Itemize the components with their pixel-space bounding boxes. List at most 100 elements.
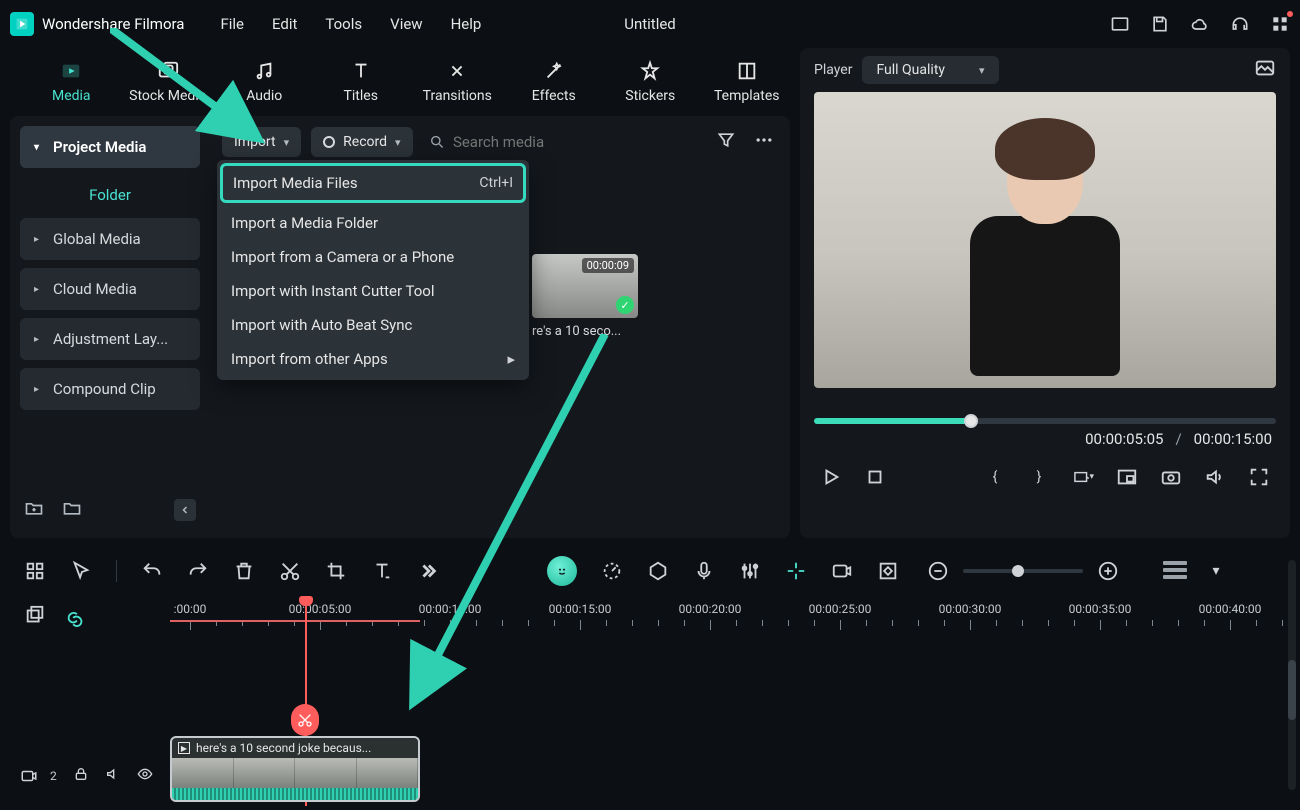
timeline-ruler[interactable]: :00:0000:00:05:0000:00:10:0000:00:15:000… [170,596,1300,636]
save-icon[interactable] [1150,14,1170,34]
volume-icon[interactable] [1204,466,1226,488]
sidebar-cloud-media[interactable]: Cloud Media [20,268,200,310]
collapse-sidebar-icon[interactable] [174,499,196,521]
play-icon[interactable] [820,466,842,488]
aspect-icon[interactable]: ▾ [1072,466,1094,488]
tab-media[interactable]: Media [28,60,115,104]
tab-audio[interactable]: Audio [221,60,308,104]
sidebar-project-media[interactable]: Project Media [20,126,200,168]
sidebar-global-media[interactable]: Global Media [20,218,200,260]
fullscreen-icon[interactable] [1248,466,1270,488]
track-size-chevron-icon[interactable]: ▾ [1211,560,1221,582]
mute-track-icon[interactable] [105,766,121,786]
search-input[interactable] [453,133,702,151]
mic-icon[interactable] [693,560,715,582]
render-icon[interactable] [831,560,853,582]
import-from-camera[interactable]: Import from a Camera or a Phone [217,240,529,274]
stop-icon[interactable] [864,466,886,488]
snapshot-icon[interactable] [1254,57,1276,83]
menu-edit[interactable]: Edit [272,15,297,33]
ruler-label: :00:00 [174,602,207,616]
scrollbar-thumb[interactable] [1288,660,1296,720]
clip-title: here's a 10 second joke becaus... [196,741,371,755]
camera-icon[interactable] [1160,466,1182,488]
ai-assistant-icon[interactable] [547,556,577,586]
more-icon[interactable] [750,126,778,158]
lock-track-icon[interactable] [73,766,89,786]
layout-icon[interactable] [1110,14,1130,34]
more-tools-icon[interactable] [417,560,439,582]
menu-file[interactable]: File [220,15,244,33]
menu-help[interactable]: Help [451,15,482,33]
zoom-slider[interactable] [963,569,1083,573]
undo-icon[interactable] [141,560,163,582]
track-size-icon[interactable] [1163,561,1187,581]
menu-item-label: Import Media Files [233,174,358,192]
import-instant-cutter[interactable]: Import with Instant Cutter Tool [217,274,529,308]
text-icon[interactable] [371,560,393,582]
speed-icon[interactable] [601,560,623,582]
tab-transitions[interactable]: Transitions [414,60,501,104]
timeline-clip[interactable]: ▶ here's a 10 second joke becaus... [170,736,420,802]
import-auto-beat[interactable]: Import with Auto Beat Sync [217,308,529,342]
mark-out-icon[interactable]: } [1028,466,1050,488]
playhead-cap[interactable] [299,596,313,606]
sidebar-compound-clip[interactable]: Compound Clip [20,368,200,410]
cut-tool-on-playhead[interactable] [291,704,319,736]
new-folder-icon[interactable] [24,498,44,522]
clip-play-icon: ▶ [178,742,190,754]
mixer-icon[interactable] [739,560,761,582]
timeline-toolbar: ▾ [0,546,1300,596]
player-seek[interactable] [814,418,1276,424]
record-button[interactable]: Record ▾ [311,127,412,157]
chevron-down-icon: ▾ [284,136,290,149]
import-other-apps[interactable]: Import from other Apps ▸ [217,342,529,376]
sidebar-item-label: Adjustment Lay... [53,330,168,348]
filter-icon[interactable] [712,126,740,158]
tab-effects[interactable]: Effects [511,60,598,104]
mark-in-icon[interactable]: { [984,466,1006,488]
cut-icon[interactable] [279,560,301,582]
apps-icon[interactable] [1270,14,1290,34]
seek-knob[interactable] [964,414,978,428]
zoom-in-icon[interactable] [1097,560,1119,582]
marker-icon[interactable] [647,560,669,582]
import-media-files[interactable]: Import Media Files Ctrl+I [223,166,523,200]
menu-tools[interactable]: Tools [325,15,362,33]
quality-select[interactable]: Full Quality ▾ [862,56,998,84]
zoom-out-icon[interactable] [927,560,949,582]
thumbnail-duration: 00:00:09 [582,258,634,273]
player-video[interactable] [814,92,1276,388]
cloud-icon[interactable] [1190,14,1210,34]
delete-icon[interactable] [233,560,255,582]
tab-stickers[interactable]: Stickers [607,60,694,104]
add-track-icon[interactable] [24,605,46,627]
tab-titles[interactable]: Titles [318,60,405,104]
zoom-knob[interactable] [1012,565,1024,577]
tab-stock-media[interactable]: Stock Media [125,60,212,104]
pip-icon[interactable] [1116,466,1138,488]
redo-icon[interactable] [187,560,209,582]
grid-icon[interactable] [24,560,46,582]
hide-track-icon[interactable] [137,766,153,786]
folder-icon[interactable] [62,498,82,522]
tab-templates[interactable]: Templates [704,60,791,104]
snap-icon[interactable] [785,560,807,582]
sidebar-folder[interactable]: Folder [20,176,200,210]
import-media-folder[interactable]: Import a Media Folder [217,206,529,240]
vertical-scrollbar[interactable] [1288,560,1296,790]
headset-icon[interactable] [1230,14,1250,34]
ruler-label: 00:00:25:00 [809,602,872,616]
import-button[interactable]: Import ▾ [222,127,301,157]
select-icon[interactable] [70,560,92,582]
title-bar: Wondershare Filmora File Edit Tools View… [0,0,1300,48]
total-time: 00:00:15:00 [1194,430,1272,448]
crop-icon[interactable] [325,560,347,582]
link-icon[interactable] [64,605,86,627]
ruler-label: 00:00:05:00 [289,602,352,616]
keyframe-icon[interactable] [877,560,899,582]
clip-waveform [172,788,418,800]
media-thumbnail[interactable]: 00:00:09 ✓ re's a 10 seco... [532,254,638,339]
menu-view[interactable]: View [390,15,422,33]
sidebar-adjustment-layer[interactable]: Adjustment Lay... [20,318,200,360]
